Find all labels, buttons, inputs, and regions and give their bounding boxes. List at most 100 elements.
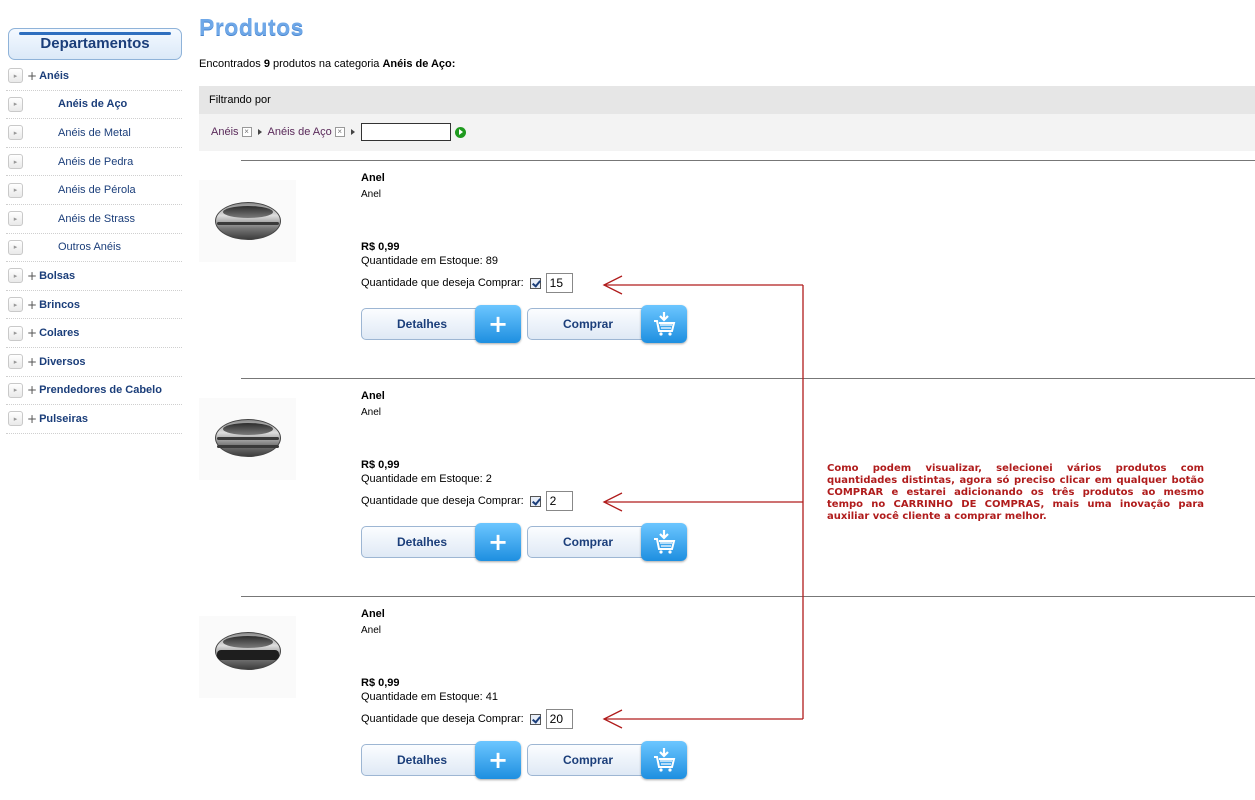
plus-icon: + bbox=[27, 297, 38, 312]
quantity-row: Quantidade que deseja Comprar: bbox=[361, 491, 573, 511]
separator-arrow-icon bbox=[257, 129, 262, 135]
remove-filter-icon[interactable]: × bbox=[241, 127, 252, 137]
ring-stripe bbox=[217, 437, 279, 440]
sidebar-item-prendedores-de-cabelo[interactable]: ▸ + Prendedores de Cabelo bbox=[6, 377, 182, 406]
sidebar-item-aneis-de-pedra[interactable]: ▸ Anéis de Pedra bbox=[6, 148, 182, 177]
buy-button[interactable]: Comprar bbox=[527, 741, 687, 779]
plus-icon: + bbox=[27, 268, 38, 283]
product-image[interactable] bbox=[199, 398, 296, 480]
sidebar-item-label[interactable]: Pulseiras bbox=[39, 413, 88, 425]
quantity-label: Quantidade que deseja Comprar: bbox=[361, 495, 524, 507]
select-checkbox[interactable] bbox=[529, 713, 541, 725]
ring-stripe bbox=[217, 222, 279, 225]
select-checkbox[interactable] bbox=[529, 495, 541, 507]
expand-arrow-icon[interactable]: ▸ bbox=[8, 96, 23, 112]
sidebar-item-diversos[interactable]: ▸ + Diversos bbox=[6, 348, 182, 377]
details-button[interactable]: Detalhes + bbox=[361, 305, 521, 343]
plus-icon[interactable]: + bbox=[475, 741, 521, 779]
expand-arrow-icon[interactable]: ▸ bbox=[8, 182, 23, 198]
cart-icon[interactable] bbox=[641, 523, 687, 561]
sidebar-item-label[interactable]: Anéis de Pérola bbox=[58, 184, 136, 196]
sidebar-item-label[interactable]: Anéis de Pedra bbox=[58, 156, 133, 168]
filter-panel: Filtrando por Anéis × Anéis de Aço × bbox=[199, 86, 1255, 151]
sidebar-item-bolsas[interactable]: ▸ + Bolsas bbox=[6, 262, 182, 291]
expand-arrow-icon[interactable]: ▸ bbox=[8, 268, 23, 284]
sidebar-item-label[interactable]: Anéis bbox=[39, 70, 69, 82]
sidebar-item-label[interactable]: Prendedores de Cabelo bbox=[39, 384, 162, 396]
expand-arrow-icon[interactable]: ▸ bbox=[8, 211, 23, 227]
quantity-label: Quantidade que deseja Comprar: bbox=[361, 713, 524, 725]
ring-band bbox=[217, 650, 279, 660]
expand-arrow-icon[interactable]: ▸ bbox=[8, 154, 23, 170]
sidebar-item-aneis[interactable]: ▸ + Anéis bbox=[6, 62, 182, 91]
select-checkbox[interactable] bbox=[529, 277, 541, 289]
divider bbox=[241, 378, 1255, 379]
ring-hole bbox=[223, 423, 273, 435]
product-image[interactable] bbox=[199, 180, 296, 262]
page-title: Produtos bbox=[199, 14, 304, 40]
buy-button[interactable]: Comprar bbox=[527, 523, 687, 561]
product-name[interactable]: Anel bbox=[361, 390, 385, 402]
product-price: R$ 0,99 bbox=[361, 677, 400, 689]
sidebar-item-aneis-de-perola[interactable]: ▸ Anéis de Pérola bbox=[6, 176, 182, 205]
sidebar-item-colares[interactable]: ▸ + Colares bbox=[6, 319, 182, 348]
sidebar-item-label[interactable]: Diversos bbox=[39, 356, 85, 368]
product-image[interactable] bbox=[199, 616, 296, 698]
buy-button[interactable]: Comprar bbox=[527, 305, 687, 343]
divider bbox=[241, 160, 1255, 161]
expand-arrow-icon[interactable]: ▸ bbox=[8, 354, 23, 370]
expand-arrow-icon[interactable]: ▸ bbox=[8, 125, 23, 141]
sidebar-item-aneis-de-metal[interactable]: ▸ Anéis de Metal bbox=[6, 119, 182, 148]
expand-arrow-icon[interactable]: ▸ bbox=[8, 239, 23, 255]
departments-sidebar: Departamentos ▸ + Anéis ▸ Anéis de Aço ▸… bbox=[6, 28, 182, 434]
plus-icon: + bbox=[27, 68, 38, 83]
results-middle: produtos na categoria bbox=[269, 58, 383, 70]
expand-arrow-icon[interactable]: ▸ bbox=[8, 68, 23, 84]
divider bbox=[241, 596, 1255, 597]
product-description: Anel bbox=[361, 625, 382, 636]
product-name[interactable]: Anel bbox=[361, 608, 385, 620]
quantity-input[interactable] bbox=[545, 491, 573, 511]
sidebar-item-outros-aneis[interactable]: ▸ Outros Anéis bbox=[6, 234, 182, 263]
sidebar-item-label[interactable]: Outros Anéis bbox=[58, 241, 121, 253]
quantity-input[interactable] bbox=[545, 273, 573, 293]
go-icon[interactable] bbox=[454, 126, 466, 138]
cart-icon[interactable] bbox=[641, 305, 687, 343]
product-stock: Quantidade em Estoque: 2 bbox=[361, 473, 492, 485]
sidebar-item-label[interactable]: Bolsas bbox=[39, 270, 75, 282]
plus-icon[interactable]: + bbox=[475, 305, 521, 343]
sidebar-item-label[interactable]: Anéis de Aço bbox=[58, 98, 127, 110]
sidebar-item-aneis-de-aco[interactable]: ▸ Anéis de Aço bbox=[6, 91, 182, 120]
ring-image bbox=[215, 632, 281, 670]
sidebar-item-label[interactable]: Brincos bbox=[39, 299, 80, 311]
details-button[interactable]: Detalhes + bbox=[361, 523, 521, 561]
expand-arrow-icon[interactable]: ▸ bbox=[8, 382, 23, 398]
filter-crumb-aneis-de-aco[interactable]: Anéis de Aço bbox=[268, 126, 332, 138]
results-summary: Encontrados 9 produtos na categoria Anéi… bbox=[199, 58, 455, 70]
expand-arrow-icon[interactable]: ▸ bbox=[8, 411, 23, 427]
remove-filter-icon[interactable]: × bbox=[334, 127, 345, 137]
product-item: Anel Anel R$ 0,99 Quantidade em Estoque:… bbox=[199, 160, 1255, 377]
filter-crumb-aneis[interactable]: Anéis bbox=[211, 126, 239, 138]
sidebar-item-pulseiras[interactable]: ▸ + Pulseiras bbox=[6, 405, 182, 434]
filter-title: Filtrando por bbox=[199, 86, 1255, 114]
sidebar-item-brincos[interactable]: ▸ + Brincos bbox=[6, 291, 182, 320]
product-name[interactable]: Anel bbox=[361, 172, 385, 184]
expand-arrow-icon[interactable]: ▸ bbox=[8, 325, 23, 341]
plus-icon: + bbox=[27, 383, 38, 398]
cart-icon[interactable] bbox=[641, 741, 687, 779]
filter-breadcrumb: Anéis × Anéis de Aço × bbox=[211, 123, 466, 141]
results-category: Anéis de Aço: bbox=[382, 58, 456, 70]
departments-header: Departamentos bbox=[8, 28, 182, 60]
details-button[interactable]: Detalhes + bbox=[361, 741, 521, 779]
expand-arrow-icon[interactable]: ▸ bbox=[8, 297, 23, 313]
filter-input[interactable] bbox=[360, 123, 451, 141]
plus-icon[interactable]: + bbox=[475, 523, 521, 561]
quantity-input[interactable] bbox=[545, 709, 573, 729]
sidebar-item-label[interactable]: Colares bbox=[39, 327, 79, 339]
sidebar-item-label[interactable]: Anéis de Strass bbox=[58, 213, 135, 225]
departments-list: ▸ + Anéis ▸ Anéis de Aço ▸ Anéis de Meta… bbox=[6, 62, 182, 434]
sidebar-item-aneis-de-strass[interactable]: ▸ Anéis de Strass bbox=[6, 205, 182, 234]
quantity-label: Quantidade que deseja Comprar: bbox=[361, 277, 524, 289]
sidebar-item-label[interactable]: Anéis de Metal bbox=[58, 127, 131, 139]
